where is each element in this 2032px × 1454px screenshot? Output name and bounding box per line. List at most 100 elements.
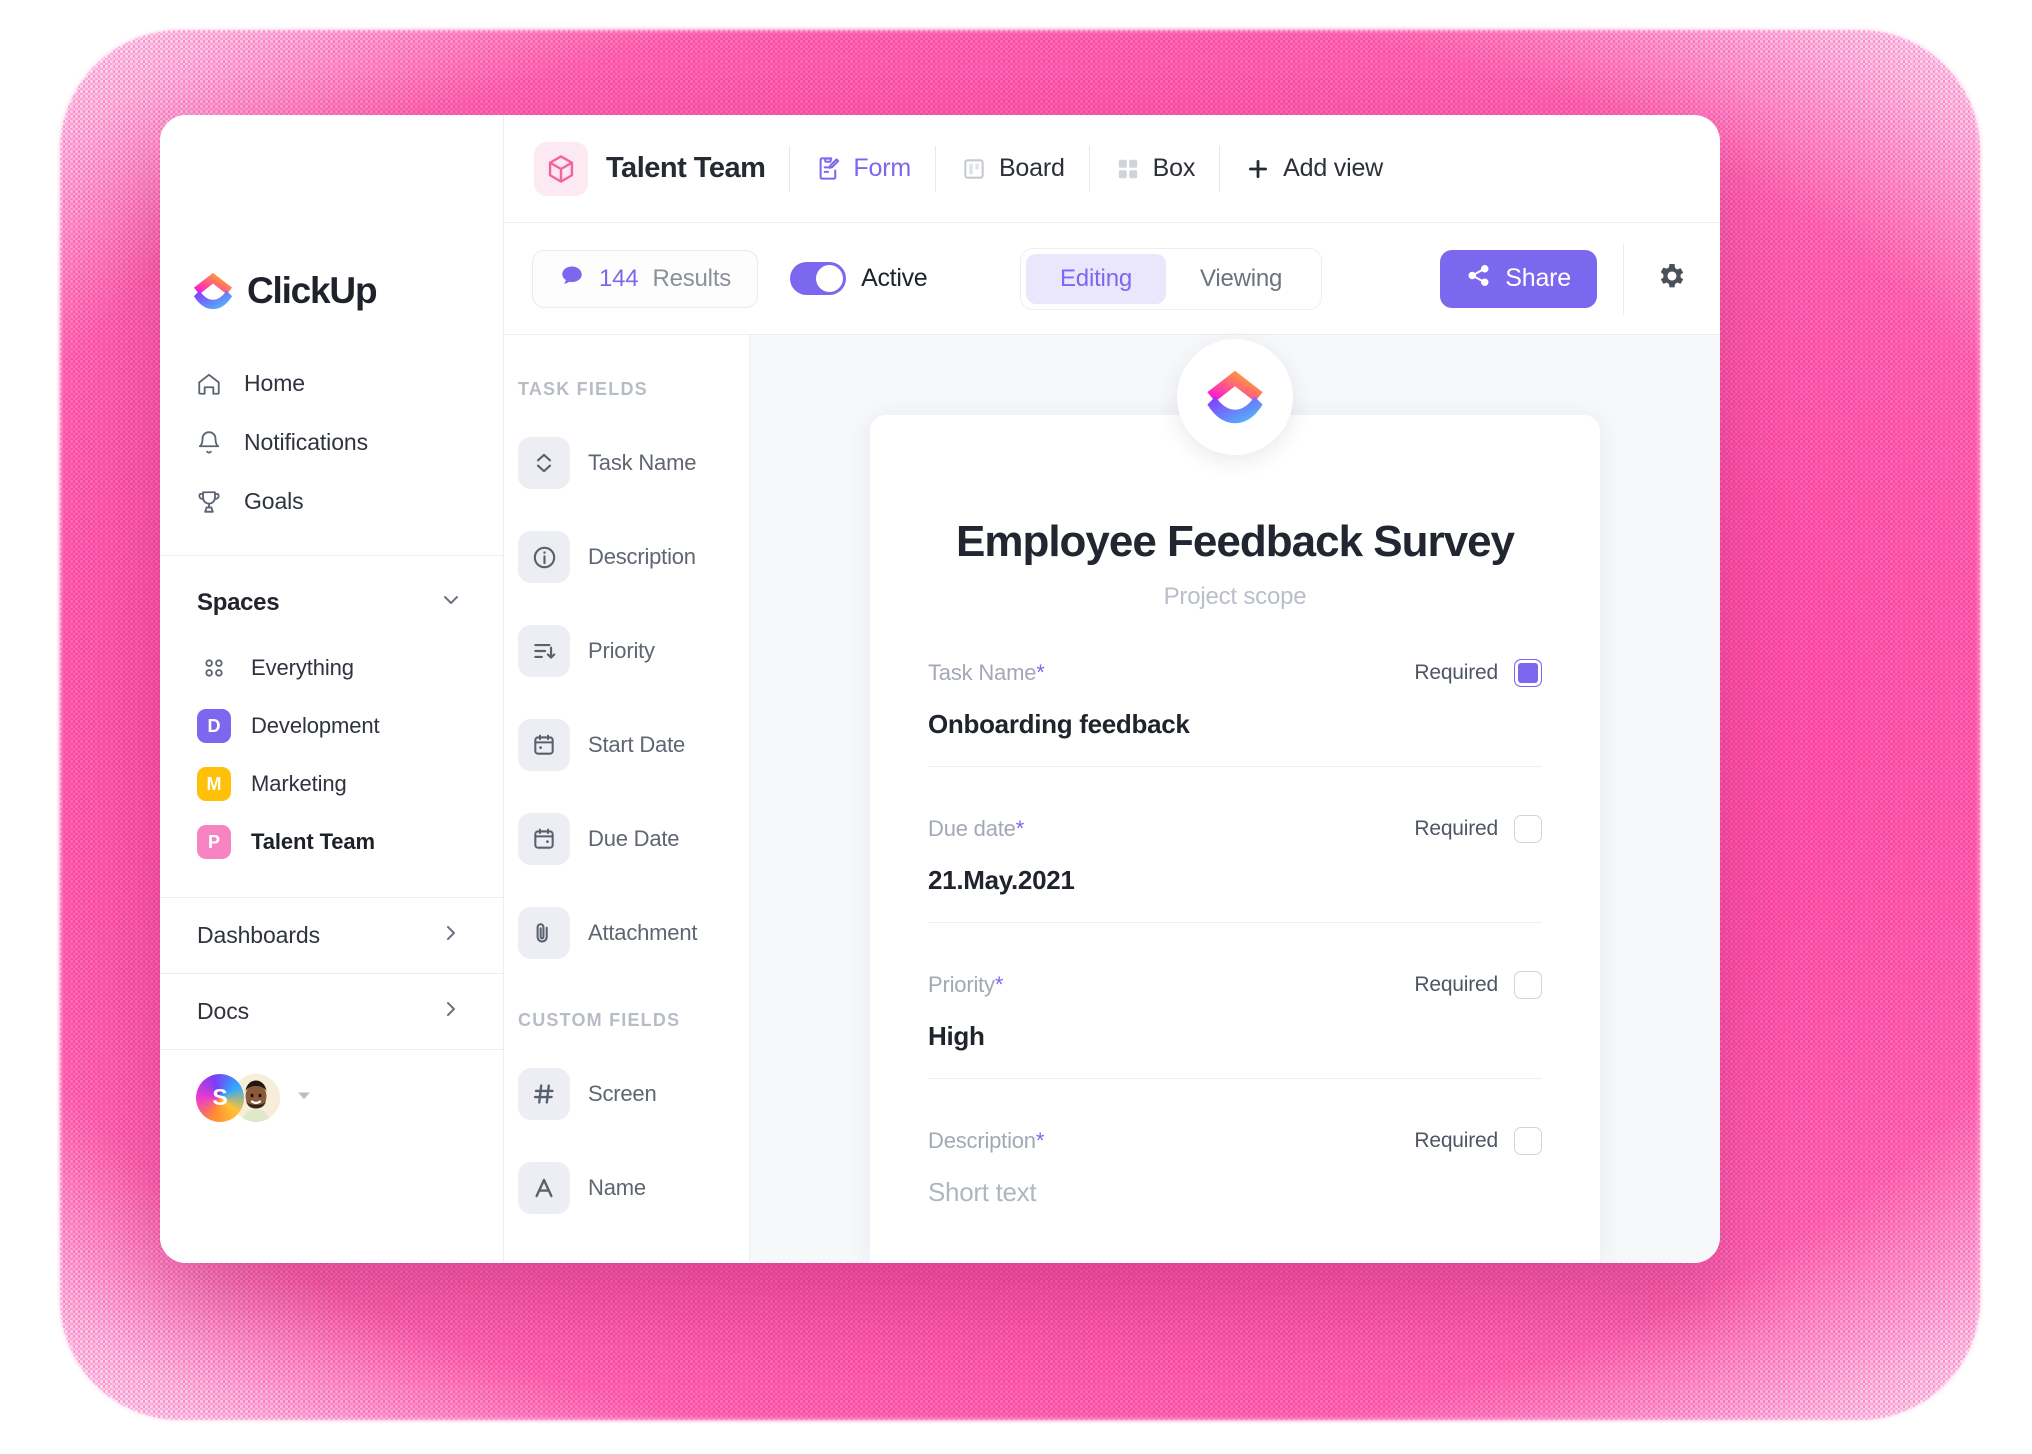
main-area: Talent Team Form Board Box Add view 144 … xyxy=(504,115,1720,1263)
form-field-due-date: Due date* Required 21.May.2021 xyxy=(928,815,1542,923)
sidebar-item-dashboards[interactable]: Dashboards xyxy=(160,897,503,973)
required-checkbox[interactable] xyxy=(1514,1127,1542,1155)
gear-icon xyxy=(1656,260,1688,297)
share-label: Share xyxy=(1505,264,1571,292)
divider xyxy=(1219,145,1221,192)
required-checkbox[interactable] xyxy=(1514,659,1542,687)
paperclip-icon xyxy=(518,907,570,959)
required-control: Required xyxy=(1414,659,1542,687)
required-checkbox[interactable] xyxy=(1514,971,1542,999)
required-label: Required xyxy=(1414,817,1498,840)
label-text: Task Name xyxy=(928,660,1037,685)
sidebar-sections: Dashboards Docs xyxy=(160,897,503,1049)
chevron-right-icon[interactable] xyxy=(439,997,463,1026)
form-field-value[interactable]: Onboarding feedback xyxy=(928,709,1542,767)
divider xyxy=(789,145,791,192)
sidebar-item-label: Notifications xyxy=(244,429,368,455)
required-asterisk: * xyxy=(1036,660,1045,685)
required-control: Required xyxy=(1414,971,1542,999)
share-button[interactable]: Share xyxy=(1440,249,1597,308)
tab-label: Board xyxy=(998,154,1065,182)
fields-panel: TASK FIELDS Task Name Description Priori… xyxy=(504,335,750,1263)
form-field-value[interactable]: High xyxy=(928,1021,1542,1079)
trophy-icon xyxy=(196,489,222,515)
field-item-attachment[interactable]: Attachment xyxy=(504,886,749,980)
space-badge: P xyxy=(197,825,231,859)
form-field-header: Task Name* Required xyxy=(928,659,1542,687)
field-item-description[interactable]: Description xyxy=(504,510,749,604)
settings-button[interactable] xyxy=(1624,260,1720,297)
tab-board[interactable]: Board xyxy=(960,154,1065,183)
avatar-group[interactable]: S xyxy=(160,1049,503,1145)
toggle-switch[interactable] xyxy=(790,262,847,295)
form-field-description: Description* Required Short text xyxy=(928,1127,1542,1234)
form-field-value[interactable]: Short text xyxy=(928,1177,1542,1234)
field-item-start-date[interactable]: Start Date xyxy=(504,698,749,792)
results-chip[interactable]: 144 Results xyxy=(532,249,759,308)
sidebar-item-talent-team[interactable]: P Talent Team xyxy=(160,813,503,871)
add-view-button[interactable]: Add view xyxy=(1244,154,1383,183)
chevron-down-icon[interactable] xyxy=(439,588,463,617)
chevron-right-icon[interactable] xyxy=(439,921,463,950)
bell-icon xyxy=(196,430,222,456)
tab-label: Box xyxy=(1152,154,1196,182)
form-field-label: Task Name* xyxy=(928,660,1045,686)
tab-form[interactable]: Form xyxy=(814,154,911,183)
tab-box[interactable]: Box xyxy=(1114,154,1195,183)
body-row: TASK FIELDS Task Name Description Priori… xyxy=(504,335,1720,1263)
avatar[interactable]: S xyxy=(196,1073,244,1122)
active-toggle[interactable]: Active xyxy=(790,262,928,295)
form-field-priority: Priority* Required High xyxy=(928,971,1542,1079)
form-field-label: Due date* xyxy=(928,816,1024,842)
sidebar-item-everything[interactable]: Everything xyxy=(160,639,503,697)
form-field-header: Due date* Required xyxy=(928,815,1542,843)
required-checkbox[interactable] xyxy=(1514,815,1542,843)
sidebar-item-label: Goals xyxy=(244,488,304,514)
custom-fields-title: CUSTOM FIELDS xyxy=(518,1010,681,1030)
sidebar-item-goals[interactable]: Goals xyxy=(160,472,503,531)
form-logo xyxy=(1177,339,1293,455)
required-asterisk: * xyxy=(994,972,1004,997)
form-canvas: Employee Feedback Survey Project scope T… xyxy=(750,335,1720,1263)
field-label: Description xyxy=(588,544,696,569)
form-field-header: Description* Required xyxy=(928,1127,1542,1155)
top-bar: Talent Team Form Board Box Add view xyxy=(504,115,1720,223)
sidebar-item-docs[interactable]: Docs xyxy=(160,973,503,1049)
field-label: Start Date xyxy=(588,732,686,757)
field-item-due-date[interactable]: Due Date xyxy=(504,792,749,886)
page-title: Talent Team xyxy=(606,152,766,184)
field-item-priority[interactable]: Priority xyxy=(504,604,749,698)
sidebar-item-development[interactable]: D Development xyxy=(160,697,503,755)
form-field-task-name: Task Name* Required Onboarding feedback xyxy=(928,659,1542,767)
avatar-dropdown-caret-icon[interactable] xyxy=(294,1085,314,1110)
field-item-screen[interactable]: Screen xyxy=(504,1047,749,1141)
field-label: Due Date xyxy=(588,826,680,851)
add-view-label: Add view xyxy=(1283,154,1383,182)
required-asterisk: * xyxy=(1035,1128,1045,1153)
brand-name: ClickUp xyxy=(247,270,378,311)
form-field-label: Description* xyxy=(928,1128,1044,1154)
space-badge: D xyxy=(197,709,231,743)
form-field-value[interactable]: 21.May.2021 xyxy=(928,865,1542,923)
mode-switch: Editing Viewing xyxy=(1020,247,1323,310)
space-label: Talent Team xyxy=(251,829,376,854)
mode-editing-button[interactable]: Editing xyxy=(1026,253,1166,304)
field-label: Task Name xyxy=(588,450,697,475)
mode-viewing-button[interactable]: Viewing xyxy=(1166,254,1316,304)
sidebar: ClickUp Home Notifications Goals Spaces … xyxy=(160,115,504,1263)
letter-a-icon xyxy=(518,1162,570,1214)
sidebar-item-marketing[interactable]: M Marketing xyxy=(160,755,503,813)
field-item-task-name[interactable]: Task Name xyxy=(504,416,749,510)
spaces-header[interactable]: Spaces xyxy=(160,556,503,617)
sidebar-item-home[interactable]: Home xyxy=(160,354,503,413)
required-label: Required xyxy=(1414,973,1498,996)
sidebar-item-notifications[interactable]: Notifications xyxy=(160,413,503,472)
clickup-brand[interactable]: ClickUp xyxy=(160,115,503,312)
field-label: Name xyxy=(588,1175,646,1200)
field-item-name[interactable]: Name xyxy=(504,1141,749,1235)
results-label: Results xyxy=(652,264,732,292)
spaces-list: Everything D Development M Marketing P T… xyxy=(160,639,503,871)
required-asterisk: * xyxy=(1015,816,1025,841)
space-badge: M xyxy=(197,767,231,801)
